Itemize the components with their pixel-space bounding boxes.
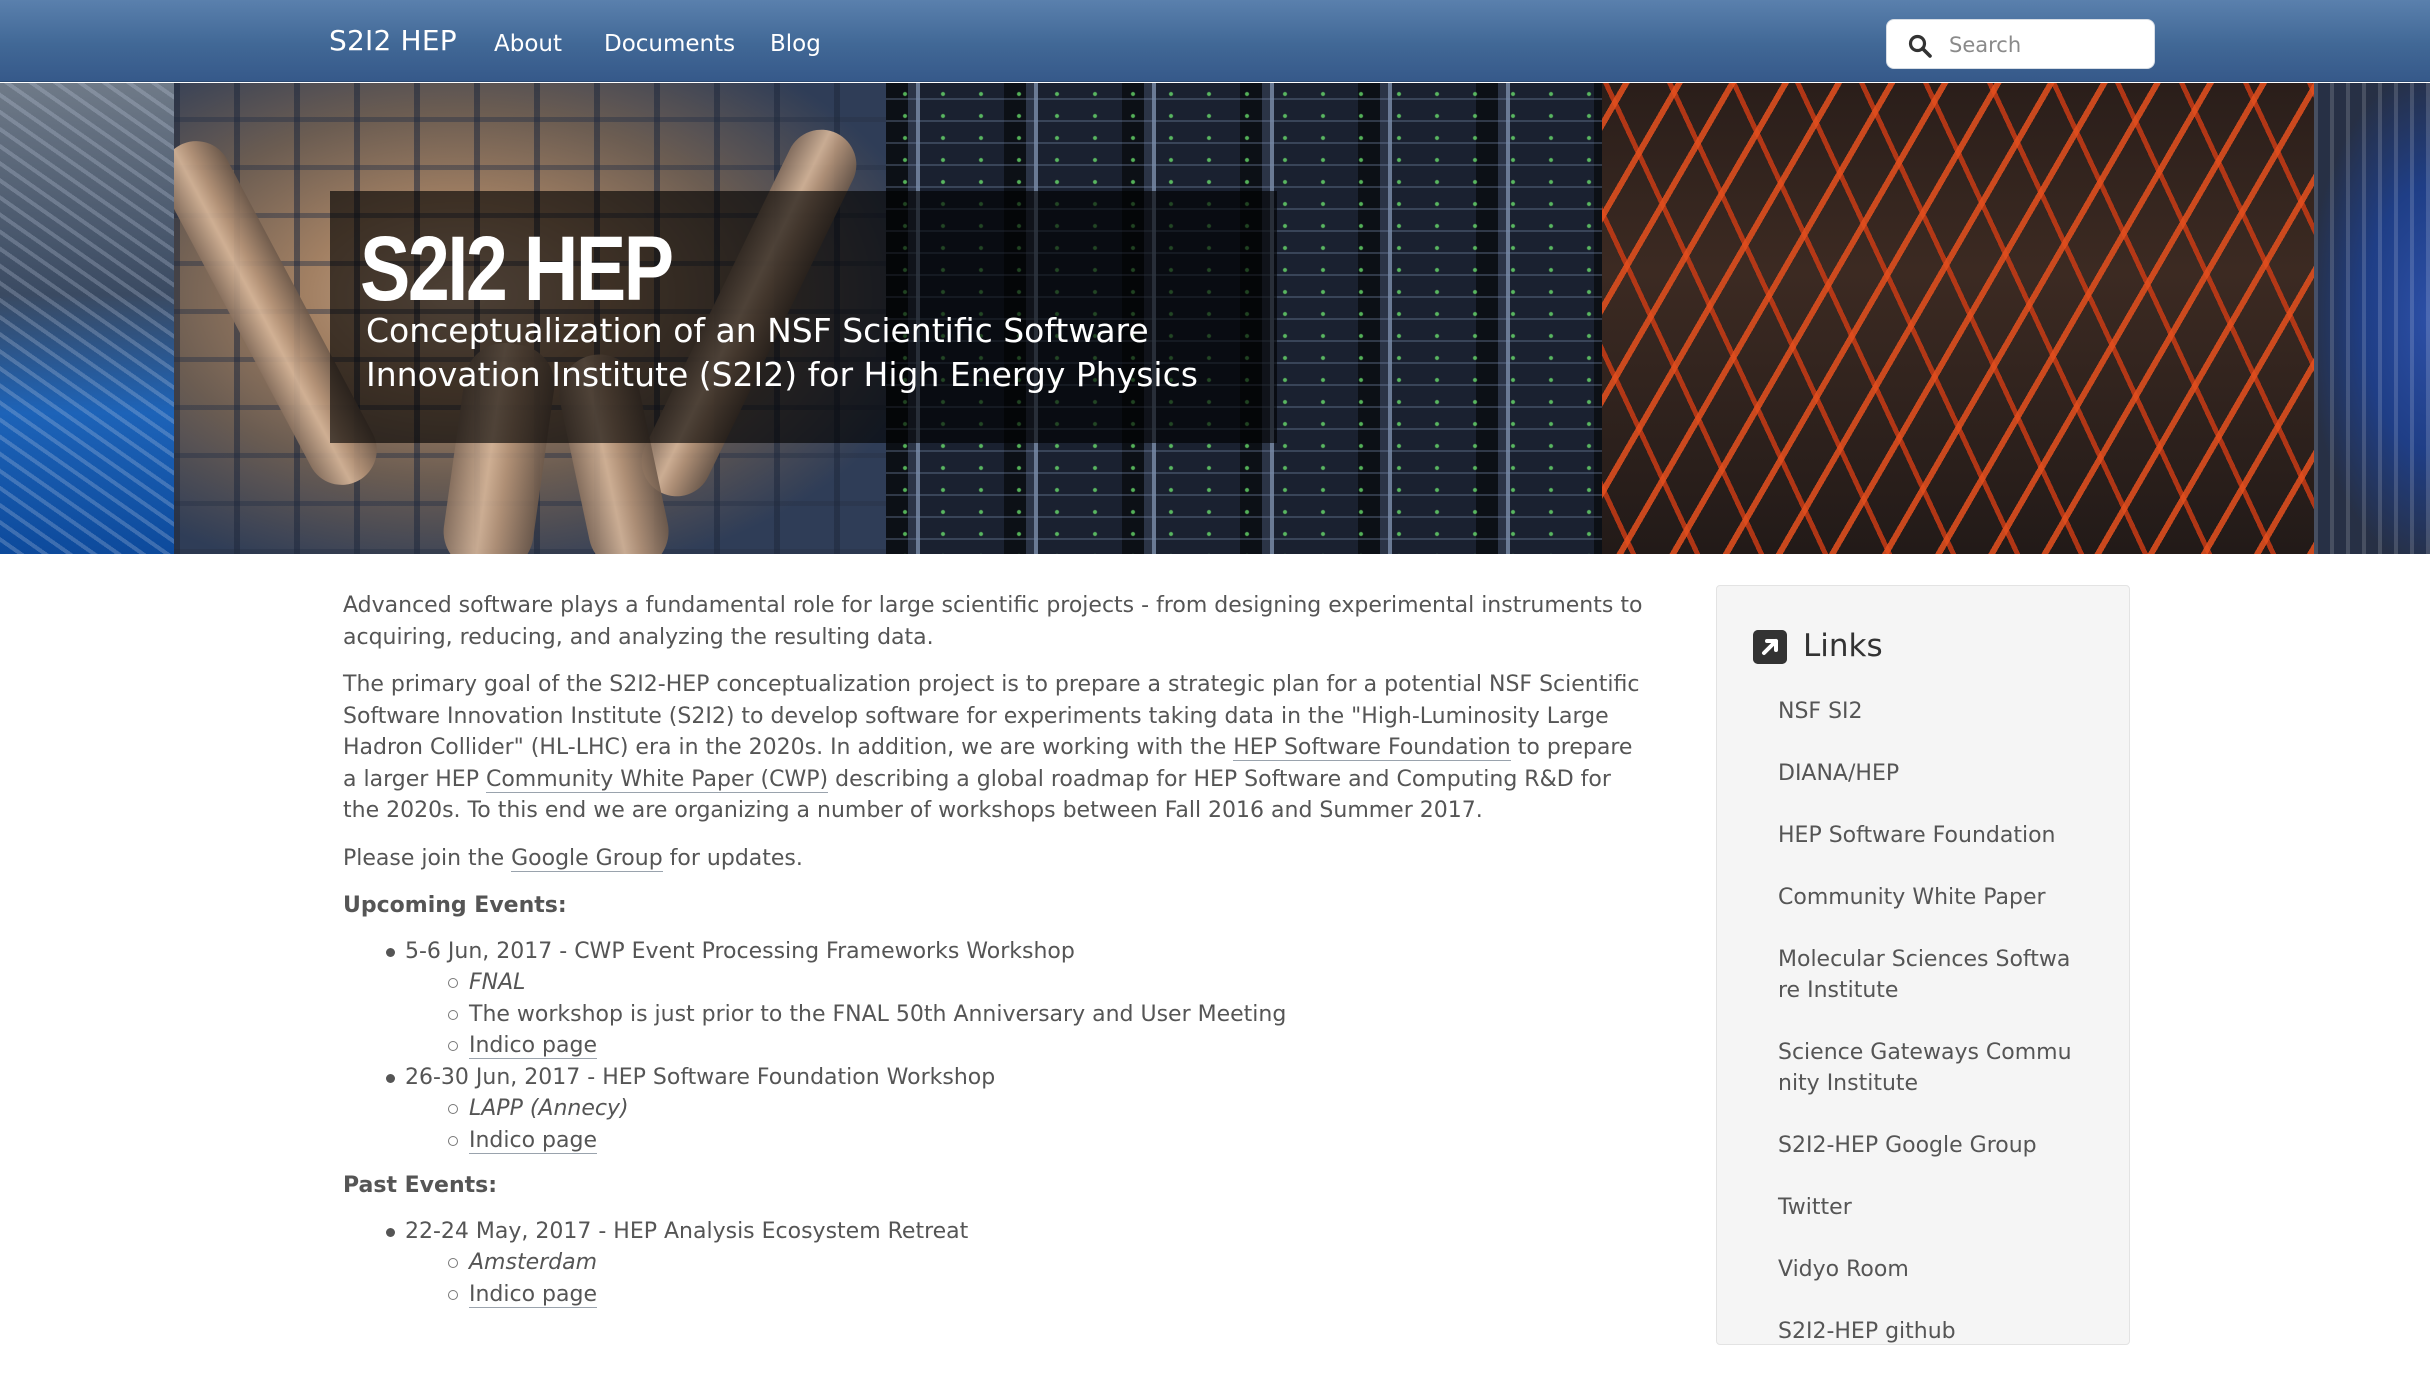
event-location: LAPP (Annecy) bbox=[343, 1093, 1643, 1125]
goal-paragraph: The primary goal of the S2I2-HEP concept… bbox=[343, 672, 1640, 823]
sidebar-link-list: NSF SI2 DIANA/HEP HEP Software Foundatio… bbox=[1778, 696, 2078, 1378]
event-item: 26-30 Jun, 2017 - HEP Software Foundatio… bbox=[343, 1062, 1643, 1157]
sidebar-link-diana-hep[interactable]: DIANA/HEP bbox=[1778, 758, 2078, 789]
upcoming-events-heading: Upcoming Events: bbox=[343, 893, 567, 918]
upcoming-events-list: 5-6 Jun, 2017 - CWP Event Processing Fra… bbox=[343, 936, 1643, 1157]
sidebar-link-github[interactable]: S2I2-HEP github bbox=[1778, 1316, 2078, 1347]
sidebar-link-sgci[interactable]: Science Gateways Community Institute bbox=[1778, 1037, 2078, 1099]
hero-banner: S2I2 HEP Conceptualization of an NSF Sci… bbox=[0, 83, 2430, 554]
indico-link[interactable]: Indico page bbox=[469, 1127, 598, 1154]
sidebar-link-cwp[interactable]: Community White Paper bbox=[1778, 882, 2078, 913]
event-item: 22-24 May, 2017 - HEP Analysis Ecosystem… bbox=[343, 1216, 1643, 1311]
sidebar-link-hsf[interactable]: HEP Software Foundation bbox=[1778, 820, 2078, 851]
hero-image-detector-right bbox=[2314, 83, 2430, 554]
sidebar-link-molssi[interactable]: Molecular Sciences Software Institute bbox=[1778, 944, 2078, 1006]
event-item: 5-6 Jun, 2017 - CWP Event Processing Fra… bbox=[343, 936, 1643, 1062]
sidebar-link-nsf-si2[interactable]: NSF SI2 bbox=[1778, 696, 2078, 727]
links-sidebar: Links NSF SI2 DIANA/HEP HEP Software Fou… bbox=[1716, 585, 2130, 1345]
nav-link-about[interactable]: About bbox=[494, 31, 562, 57]
event-location: Amsterdam bbox=[343, 1247, 1643, 1279]
google-group-link[interactable]: Google Group bbox=[511, 845, 663, 872]
past-events-list: 22-24 May, 2017 - HEP Analysis Ecosystem… bbox=[343, 1216, 1643, 1311]
indico-link[interactable]: Indico page bbox=[469, 1281, 598, 1308]
hero-title: S2I2 HEP bbox=[360, 218, 674, 320]
nav-link-documents[interactable]: Documents bbox=[604, 31, 735, 57]
search-box bbox=[1886, 19, 2155, 69]
search-icon bbox=[1908, 34, 1932, 58]
hero-subtitle: Conceptualization of an NSF Scientific S… bbox=[366, 311, 1198, 394]
cwp-link[interactable]: Community White Paper (CWP) bbox=[485, 766, 829, 793]
intro-paragraph: Advanced software plays a fundamental ro… bbox=[343, 593, 1643, 650]
indico-link[interactable]: Indico page bbox=[469, 1033, 598, 1059]
sidebar-link-twitter[interactable]: Twitter bbox=[1778, 1192, 2078, 1223]
sidebar-link-google-group[interactable]: S2I2-HEP Google Group bbox=[1778, 1130, 2078, 1161]
event-note: The workshop is just prior to the FNAL 5… bbox=[343, 999, 1643, 1031]
hero-image-detector-left bbox=[0, 83, 174, 554]
brand-link[interactable]: S2I2 HEP bbox=[329, 24, 457, 57]
nav-link-blog[interactable]: Blog bbox=[770, 31, 821, 57]
past-events-heading: Past Events: bbox=[343, 1173, 498, 1198]
event-location: FNAL bbox=[343, 967, 1643, 999]
hsf-link[interactable]: HEP Software Foundation bbox=[1233, 735, 1511, 761]
join-paragraph: Please join the Google Group for updates… bbox=[343, 845, 803, 872]
external-link-icon bbox=[1753, 630, 1787, 664]
sidebar-link-vidyo[interactable]: Vidyo Room bbox=[1778, 1254, 2078, 1285]
search-input[interactable] bbox=[1949, 28, 2144, 62]
main-content: Advanced software plays a fundamental ro… bbox=[343, 590, 1643, 1310]
sidebar-title: Links bbox=[1803, 628, 1883, 664]
top-navbar: S2I2 HEP About Documents Blog bbox=[0, 0, 2430, 82]
hero-image-cables bbox=[1602, 83, 2314, 554]
